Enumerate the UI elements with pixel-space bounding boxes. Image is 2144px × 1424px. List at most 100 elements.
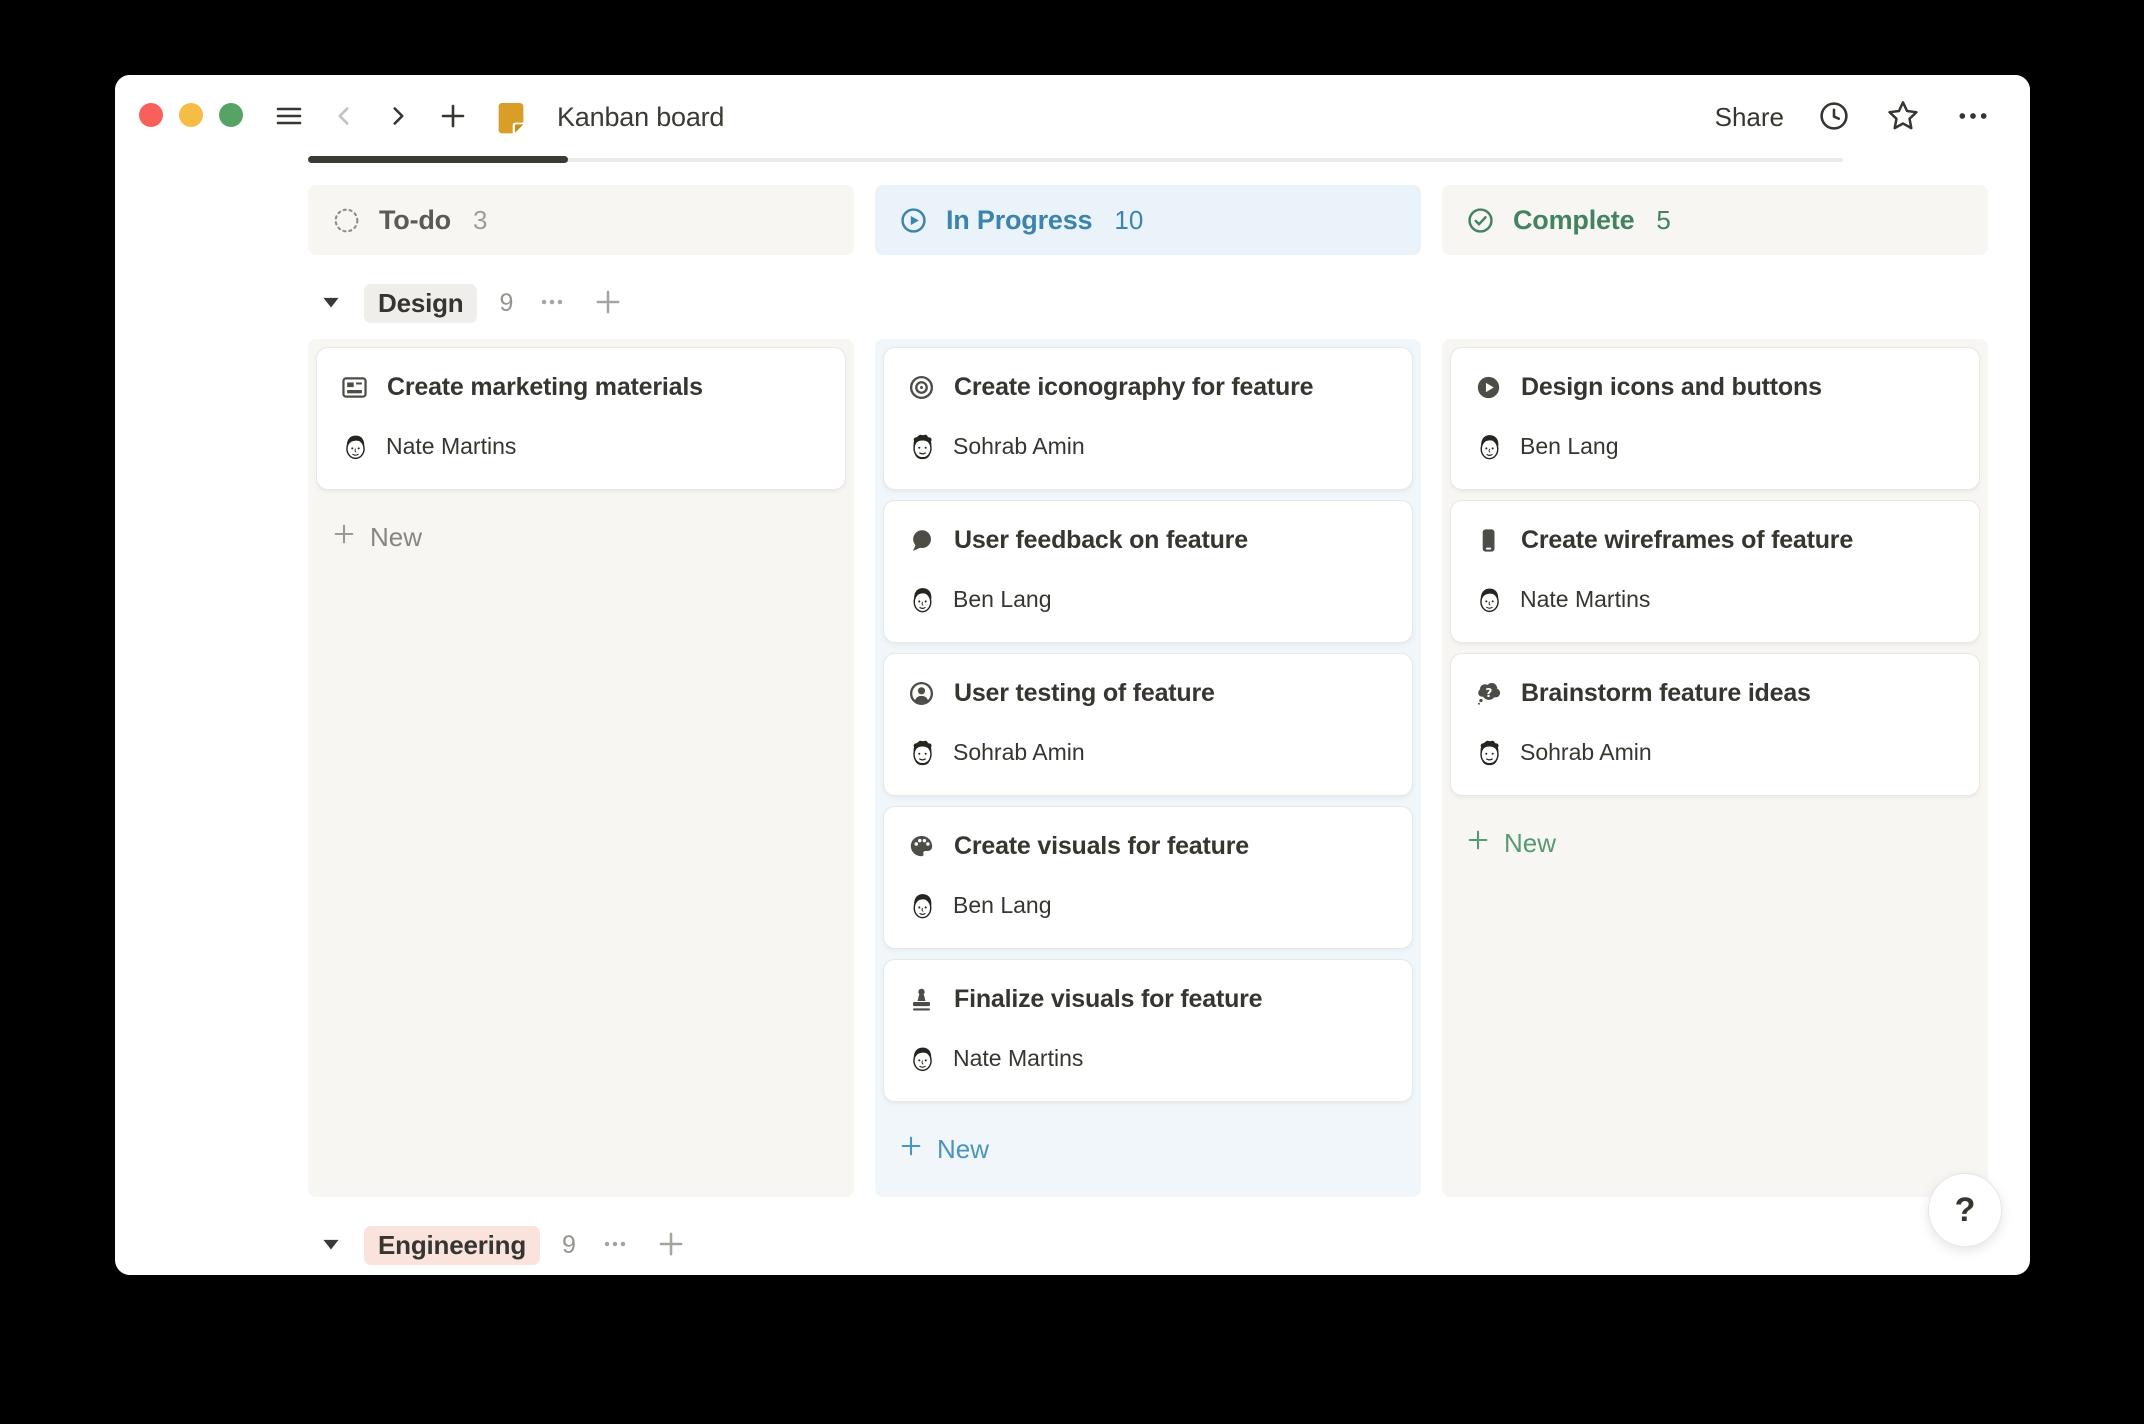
column-header-complete[interactable]: Complete 5 <box>1442 185 1988 255</box>
group-row-engineering: Engineering 9 <box>308 1219 1988 1271</box>
more-options-button[interactable] <box>1954 97 1992 138</box>
column-count: 10 <box>1114 205 1143 236</box>
avatar-ben-lang <box>906 889 939 922</box>
assignee-name: Nate Martins <box>953 1042 1083 1075</box>
new-card-button[interactable]: New <box>1450 820 1980 867</box>
column-label: In Progress <box>946 205 1092 236</box>
card-title: Design icons and buttons <box>1521 370 1822 404</box>
assignee: Sohrab Amin <box>906 430 1390 463</box>
card[interactable]: ? Brainstorm feature ideas Sohrab Amin <box>1450 653 1980 796</box>
play-circle-icon <box>1473 372 1504 403</box>
card[interactable]: Create visuals for feature Ben Lang <box>883 806 1413 949</box>
palette-icon <box>906 831 937 862</box>
group-more-button[interactable] <box>535 285 569 322</box>
new-page-button[interactable] <box>437 100 469 135</box>
more-options-icon <box>1954 97 1992 138</box>
zoom-window-button[interactable] <box>219 103 243 127</box>
plus-icon <box>437 100 469 135</box>
stamp-icon <box>906 984 937 1015</box>
card-title: User testing of feature <box>954 676 1215 710</box>
mobile-phone-icon <box>1473 525 1504 556</box>
avatar-ben-lang <box>906 583 939 616</box>
card-title: Brainstorm feature ideas <box>1521 676 1811 710</box>
speech-bubble-icon <box>906 525 937 556</box>
column-count: 5 <box>1656 205 1670 236</box>
page-icon <box>493 99 529 135</box>
card-title: Create wireframes of feature <box>1521 523 1853 557</box>
kanban-board: To-do 3 In Progress 10 Complete 5 <box>308 185 1988 1275</box>
group-pill-design[interactable]: Design <box>364 284 477 323</box>
menu-button[interactable] <box>273 100 305 135</box>
card[interactable]: Design icons and buttons Ben Lang <box>1450 347 1980 490</box>
card-title: Create iconography for feature <box>954 370 1313 404</box>
collapse-group-button[interactable] <box>320 291 342 316</box>
close-window-button[interactable] <box>139 103 163 127</box>
plus-icon <box>1464 826 1492 861</box>
new-card-button[interactable]: New <box>316 514 846 561</box>
user-circle-icon <box>906 678 937 709</box>
assignee: Ben Lang <box>906 889 1390 922</box>
favorite-star-icon <box>1884 97 1922 138</box>
card[interactable]: Finalize visuals for feature Nate Martin… <box>883 959 1413 1102</box>
collapse-group-button[interactable] <box>320 1233 342 1258</box>
target-icon <box>906 372 937 403</box>
column-headers-row: To-do 3 In Progress 10 Complete 5 <box>308 185 1988 255</box>
help-button[interactable]: ? <box>1928 1173 2002 1247</box>
plus-icon <box>591 285 625 322</box>
avatar-sohrab-amin <box>906 736 939 769</box>
plus-icon <box>330 520 358 555</box>
new-card-label: New <box>937 1134 989 1165</box>
board-scroll-indicator[interactable] <box>308 156 568 163</box>
favorite-button[interactable] <box>1884 97 1922 138</box>
card[interactable]: Create wireframes of feature Nate Martin… <box>1450 500 1980 643</box>
back-chevron-icon <box>329 100 359 135</box>
back-button[interactable] <box>329 100 359 135</box>
forward-button[interactable] <box>383 100 413 135</box>
avatar-nate-martins <box>906 1042 939 1075</box>
triangle-down-icon <box>320 291 342 316</box>
thought-question-icon: ? <box>1473 678 1504 709</box>
page-title: Kanban board <box>557 102 724 133</box>
share-button[interactable]: Share <box>1715 102 1784 133</box>
card[interactable]: User testing of feature Sohrab Amin <box>883 653 1413 796</box>
assignee-name: Sohrab Amin <box>1520 736 1652 769</box>
card-title: Create visuals for feature <box>954 829 1249 863</box>
avatar-nate-martins <box>339 430 372 463</box>
assignee-name: Ben Lang <box>953 889 1051 922</box>
assignee-name: Nate Martins <box>1520 583 1650 616</box>
group-add-button[interactable] <box>654 1227 688 1264</box>
column-label: To-do <box>379 205 451 236</box>
group-add-button[interactable] <box>591 285 625 322</box>
column-complete: Design icons and buttons Ben Lang <box>1442 339 1988 1197</box>
group-pill-engineering[interactable]: Engineering <box>364 1226 540 1265</box>
card-title: User feedback on feature <box>954 523 1248 557</box>
assignee: Sohrab Amin <box>1473 736 1957 769</box>
ellipsis-icon <box>598 1227 632 1264</box>
assignee: Ben Lang <box>906 583 1390 616</box>
triangle-down-icon <box>320 1233 342 1258</box>
assignee: Nate Martins <box>906 1042 1390 1075</box>
column-header-in-progress[interactable]: In Progress 10 <box>875 185 1421 255</box>
group-count: 9 <box>499 289 513 318</box>
assignee: Nate Martins <box>1473 583 1957 616</box>
avatar-sohrab-amin <box>906 430 939 463</box>
svg-text:?: ? <box>1485 686 1492 700</box>
history-button[interactable] <box>1816 98 1852 137</box>
card[interactable]: User feedback on feature Ben Lang <box>883 500 1413 643</box>
column-header-todo[interactable]: To-do 3 <box>308 185 854 255</box>
assignee: Nate Martins <box>339 430 823 463</box>
todo-dashed-circle-icon <box>330 204 363 237</box>
assignee-name: Nate Martins <box>386 430 516 463</box>
ellipsis-icon <box>535 285 569 322</box>
assignee-name: Sohrab Amin <box>953 736 1085 769</box>
card[interactable]: Create marketing materials Nate Martins <box>316 347 846 490</box>
card[interactable]: Create iconography for feature Sohrab Am… <box>883 347 1413 490</box>
avatar-nate-martins <box>1473 583 1506 616</box>
group-more-button[interactable] <box>598 1227 632 1264</box>
plus-icon <box>897 1132 925 1167</box>
column-bodies-row: Create marketing materials Nate Martins … <box>308 339 1988 1197</box>
avatar-sohrab-amin <box>1473 736 1506 769</box>
column-label: Complete <box>1513 205 1634 236</box>
new-card-button[interactable]: New <box>883 1126 1413 1173</box>
minimize-window-button[interactable] <box>179 103 203 127</box>
